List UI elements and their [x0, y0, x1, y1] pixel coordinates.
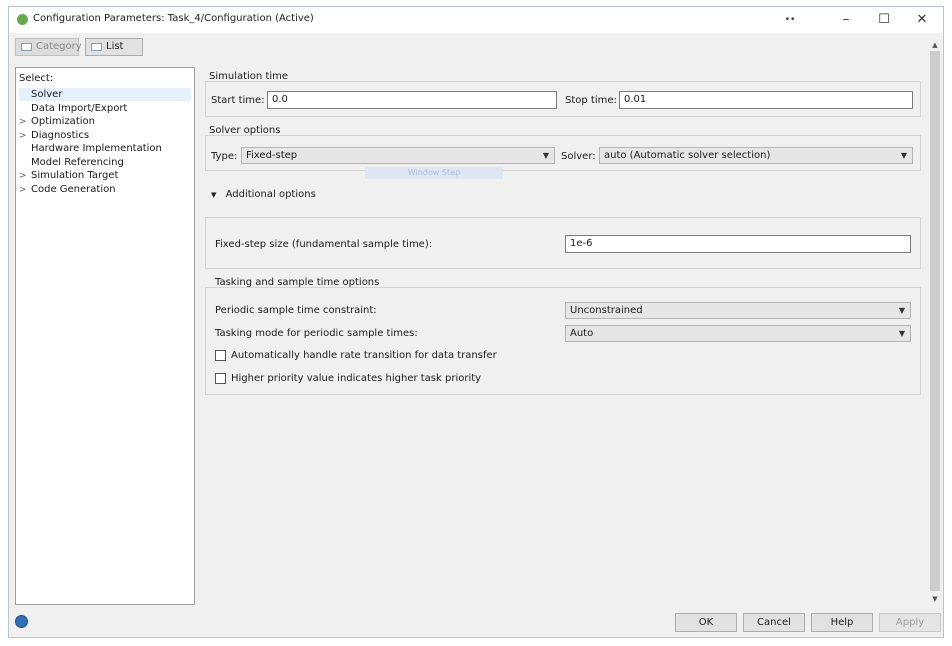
- category-tree: Select: Solver Data Import/Export > Optimiz…: [15, 67, 195, 605]
- maximize-button[interactable]: ☐: [867, 7, 901, 33]
- tree-item[interactable]: Model Referencing: [19, 156, 191, 169]
- chevron-down-icon: ▼: [898, 329, 905, 338]
- solver-type-label: Type:: [211, 151, 238, 162]
- tree-item[interactable]: > Code Generation: [19, 183, 191, 196]
- solver-pane: Simulation time Start time: 0.0 Stop tim…: [203, 67, 925, 603]
- solver-type-value: Fixed-step: [246, 150, 298, 161]
- chevron-down-icon: ▼: [898, 306, 905, 315]
- matlab-app-icon: [17, 14, 28, 25]
- chevron-down-icon: ▼: [900, 151, 907, 160]
- list-view-label: List: [106, 41, 124, 52]
- tree-item[interactable]: > Simulation Target: [19, 169, 191, 182]
- view-toolbar: Category List: [9, 33, 943, 63]
- close-button[interactable]: ✕: [905, 7, 939, 33]
- config-dialog: Configuration Parameters: Task_4/Configu…: [8, 6, 944, 638]
- expand-arrow-icon[interactable]: >: [19, 184, 31, 197]
- tree-item[interactable]: > Diagnostics: [19, 129, 191, 142]
- fixed-step-size-input[interactable]: 1e-6: [565, 235, 911, 253]
- priority-checkbox[interactable]: [215, 373, 226, 384]
- tree-item-label: Hardware Implementation: [31, 143, 162, 154]
- rate-transition-checkbox[interactable]: [215, 350, 226, 361]
- help-button[interactable]: Help: [811, 613, 873, 632]
- solver-select[interactable]: auto (Automatic solver selection) ▼: [599, 147, 913, 164]
- hover-tooltip: Window Step: [365, 167, 503, 179]
- periodic-constraint-select[interactable]: Unconstrained ▼: [565, 302, 911, 319]
- scroll-up-icon[interactable]: ▲: [929, 41, 941, 49]
- expand-triangle-icon: ▼: [211, 191, 217, 199]
- chevron-down-icon: ▼: [542, 151, 549, 160]
- tree-item-label: Simulation Target: [31, 170, 119, 181]
- context-help-icon[interactable]: [15, 615, 28, 628]
- expand-arrow-icon[interactable]: >: [19, 130, 31, 143]
- tree-item[interactable]: Data Import/Export: [19, 102, 191, 115]
- tree-item[interactable]: Hardware Implementation: [19, 142, 191, 155]
- tree-item-label: Optimization: [31, 116, 95, 127]
- start-time-input[interactable]: 0.0: [267, 91, 557, 109]
- rate-transition-label: Automatically handle rate transition for…: [231, 350, 497, 361]
- tree-item-label: Model Referencing: [31, 156, 124, 168]
- periodic-constraint-value: Unconstrained: [570, 305, 643, 316]
- additional-options-label: Additional options: [225, 189, 316, 200]
- tree-item-label: Diagnostics: [31, 129, 90, 141]
- periodic-constraint-label: Periodic sample time constraint:: [215, 305, 377, 316]
- expand-arrow-icon[interactable]: >: [19, 170, 31, 183]
- category-view-label: Category: [36, 41, 82, 52]
- list-view-button[interactable]: List: [85, 38, 143, 56]
- tree-item-label: Code Generation: [31, 183, 116, 195]
- additional-options-toggle[interactable]: ▼ Additional options: [211, 189, 316, 200]
- apply-button[interactable]: Apply: [879, 613, 941, 632]
- expand-arrow-icon[interactable]: >: [19, 116, 31, 129]
- solver-value: auto (Automatic solver selection): [604, 150, 771, 161]
- solver-type-select[interactable]: Fixed-step ▼: [241, 147, 555, 164]
- tasking-mode-label: Tasking mode for periodic sample times:: [215, 328, 418, 339]
- scroll-down-icon[interactable]: ▼: [929, 595, 941, 603]
- select-label: Select:: [19, 73, 54, 84]
- more-options-icon[interactable]: ••: [773, 7, 807, 33]
- vertical-scrollbar[interactable]: ▲ ▼: [929, 41, 941, 603]
- button-bar: OK Cancel Help Apply: [9, 607, 943, 637]
- tree-item-label: Data Import/Export: [31, 102, 128, 114]
- priority-label: Higher priority value indicates higher t…: [231, 373, 482, 384]
- tree-item[interactable]: > Optimization: [19, 115, 191, 128]
- stop-time-label: Stop time:: [565, 95, 617, 106]
- ok-button[interactable]: OK: [675, 613, 737, 632]
- category-icon: [21, 43, 32, 51]
- tree-item[interactable]: Solver: [19, 88, 191, 101]
- list-icon: [91, 43, 102, 51]
- start-time-label: Start time:: [211, 95, 265, 106]
- fixed-step-size-label: Fixed-step size (fundamental sample time…: [215, 239, 433, 250]
- title-bar: Configuration Parameters: Task_4/Configu…: [9, 7, 943, 33]
- category-view-button[interactable]: Category: [15, 38, 82, 56]
- tasking-mode-select[interactable]: Auto ▼: [565, 325, 911, 342]
- solver-label: Solver:: [561, 151, 596, 162]
- window-title: Configuration Parameters: Task_4/Configu…: [33, 13, 314, 24]
- tree-item-label: Solver: [31, 89, 63, 100]
- tasking-mode-value: Auto: [570, 328, 594, 339]
- cancel-button[interactable]: Cancel: [743, 613, 805, 632]
- scrollbar-thumb[interactable]: [930, 51, 940, 591]
- minimize-button[interactable]: –: [829, 7, 863, 33]
- stop-time-input[interactable]: 0.01: [619, 91, 913, 109]
